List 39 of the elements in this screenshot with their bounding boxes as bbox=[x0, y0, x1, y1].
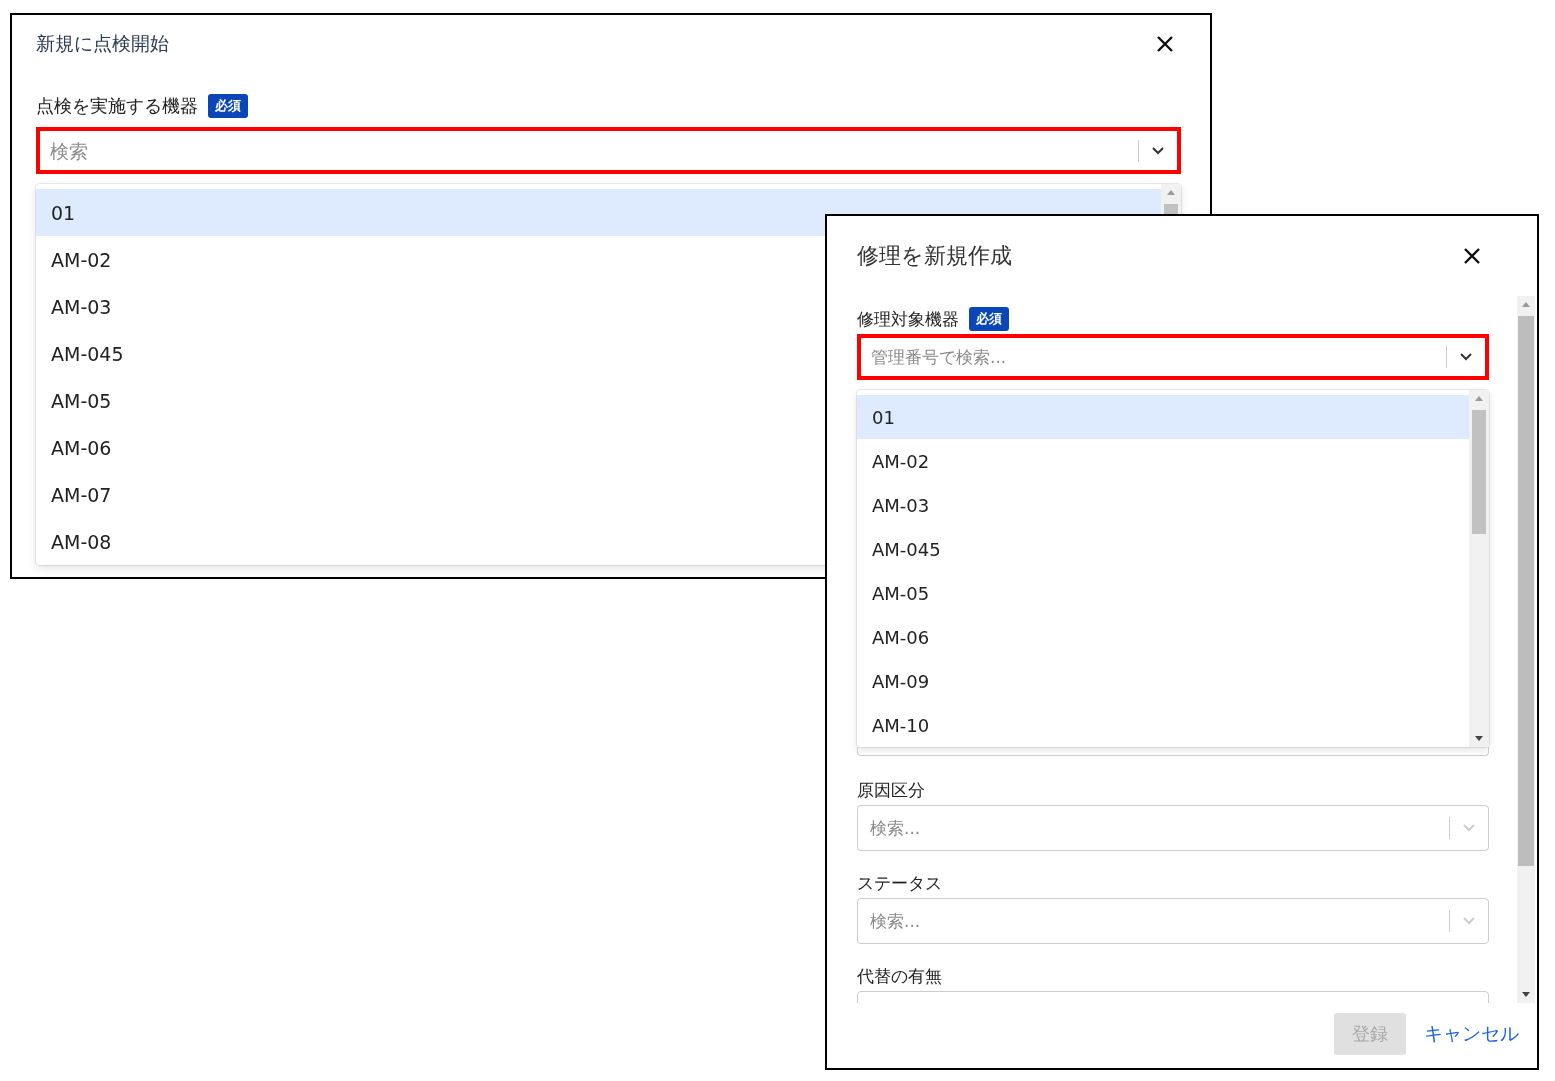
required-badge: 必須 bbox=[208, 94, 248, 118]
scrollbar-thumb[interactable] bbox=[1518, 316, 1534, 866]
dropdown-select[interactable]: 管理番号で検索... bbox=[857, 334, 1489, 380]
search-field[interactable]: 検索... bbox=[870, 911, 1449, 931]
dropdown-option[interactable]: AM-03 bbox=[857, 483, 1469, 527]
dialog-title: 新規に点検開始 bbox=[36, 31, 169, 56]
dropdown-select[interactable]: 検索... bbox=[857, 805, 1489, 851]
dropdown-select[interactable]: 検索... bbox=[857, 898, 1489, 944]
scrollbar-thumb[interactable] bbox=[1472, 410, 1486, 534]
field-label: 修理対象機器 bbox=[857, 307, 959, 331]
dropdown-option[interactable]: AM-045 bbox=[857, 527, 1469, 571]
dropdown-option[interactable]: AM-09 bbox=[857, 659, 1469, 703]
search-field[interactable]: 管理番号で検索... bbox=[871, 347, 1446, 367]
scroll-up-icon[interactable] bbox=[1167, 190, 1175, 195]
cancel-link[interactable]: キャンセル bbox=[1424, 1021, 1519, 1047]
field-label: ステータス bbox=[857, 871, 942, 895]
dialog-title: 修理を新規作成 bbox=[857, 242, 1012, 270]
scroll-down-icon[interactable] bbox=[1475, 736, 1483, 741]
dropdown-select[interactable]: 検索 bbox=[36, 127, 1181, 174]
field-label: 代替の有無 bbox=[857, 964, 942, 988]
scrollbar[interactable] bbox=[1469, 390, 1489, 747]
scroll-up-icon[interactable] bbox=[1475, 396, 1483, 401]
dropdown-option[interactable]: 01 bbox=[857, 395, 1469, 439]
dropdown-option[interactable]: AM-02 bbox=[857, 439, 1469, 483]
field-label: 原因区分 bbox=[857, 778, 925, 802]
search-field[interactable]: 検索 bbox=[50, 139, 1138, 162]
close-icon[interactable] bbox=[1155, 34, 1175, 54]
dropdown-option[interactable]: AM-05 bbox=[857, 571, 1469, 615]
search-field[interactable]: 検索... bbox=[870, 818, 1449, 838]
close-icon[interactable] bbox=[1462, 246, 1482, 266]
dropdown-option[interactable]: AM-06 bbox=[857, 615, 1469, 659]
chevron-down-icon[interactable] bbox=[1459, 352, 1473, 362]
required-badge: 必須 bbox=[969, 307, 1009, 331]
dropdown-option[interactable]: AM-10 bbox=[857, 703, 1469, 747]
scrollbar[interactable] bbox=[1517, 296, 1535, 1003]
field-label: 点検を実施する機器 bbox=[36, 94, 198, 118]
scroll-up-icon[interactable] bbox=[1522, 302, 1530, 307]
scroll-down-icon[interactable] bbox=[1522, 992, 1530, 997]
chevron-down-icon[interactable] bbox=[1151, 145, 1165, 156]
